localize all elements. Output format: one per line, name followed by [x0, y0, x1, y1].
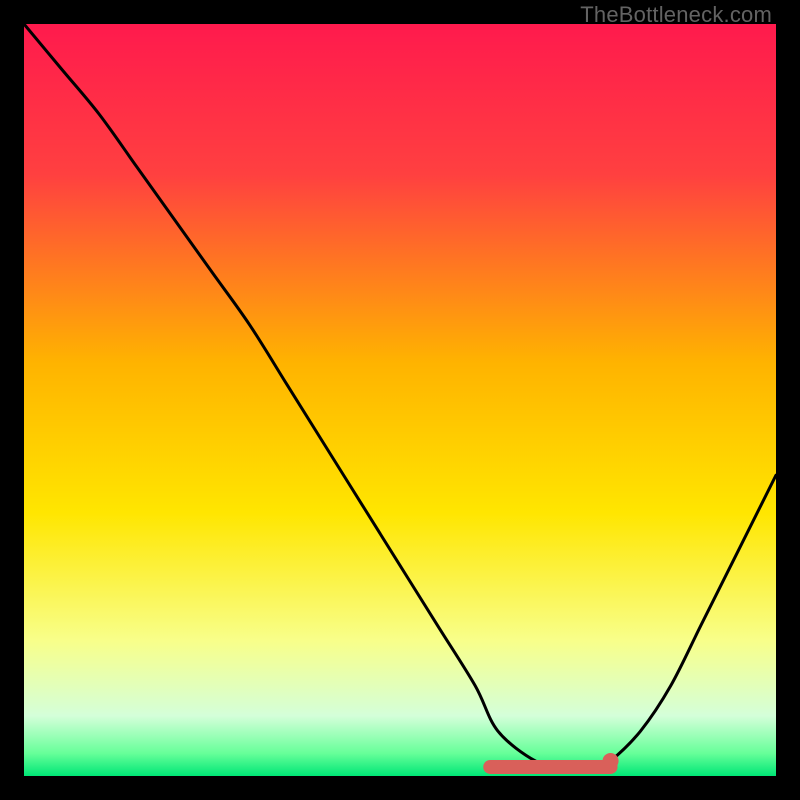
chart-frame [24, 24, 776, 776]
gradient-background [24, 24, 776, 776]
chart-svg [24, 24, 776, 776]
marker-dot [603, 753, 619, 769]
